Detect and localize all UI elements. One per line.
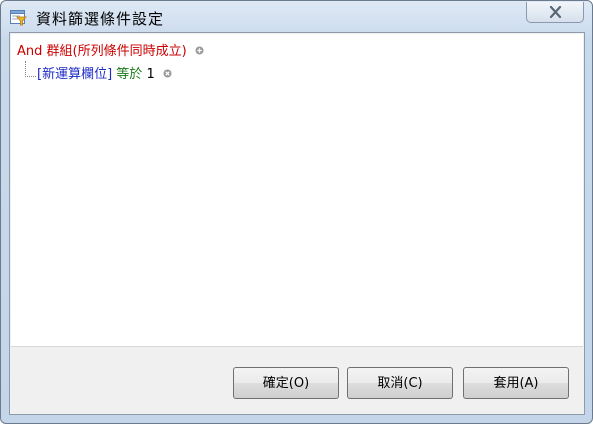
condition-tree[interactable]: And 群組(所列條件同時成立) [新運算欄位] 等於 1 [11, 34, 583, 347]
group-label[interactable]: 群組(所列條件同時成立) [47, 44, 187, 59]
tree-connector [25, 61, 36, 77]
ok-button[interactable]: 確定(O) [233, 367, 339, 399]
apply-button[interactable]: 套用(A) [463, 367, 569, 399]
cancel-button[interactable]: 取消(C) [347, 367, 453, 399]
dialog-window: 資料篩選條件設定 And 群組(所列條件同時成立) [新運算欄位] 等於 1 確… [0, 0, 593, 424]
close-button[interactable] [526, 2, 584, 23]
condition-value[interactable]: 1 [146, 67, 154, 82]
condition-field[interactable]: [新運算欄位] [37, 67, 112, 82]
condition-row[interactable]: [新運算欄位] 等於 1 [37, 66, 172, 84]
condition-operator[interactable]: 等於 [116, 67, 142, 82]
close-icon [549, 6, 562, 18]
window-title: 資料篩選條件設定 [36, 10, 165, 28]
group-node[interactable]: And 群組(所列條件同時成立) [17, 43, 204, 61]
plus-circle-icon[interactable] [195, 46, 204, 55]
remove-circle-icon[interactable] [163, 69, 172, 78]
title-bar[interactable]: 資料篩選條件設定 [1, 1, 592, 33]
dialog-content: And 群組(所列條件同時成立) [新運算欄位] 等於 1 確定(O) 取消(C… [9, 32, 585, 415]
filter-funnel-icon [10, 10, 27, 26]
group-operator[interactable]: And [17, 44, 42, 59]
